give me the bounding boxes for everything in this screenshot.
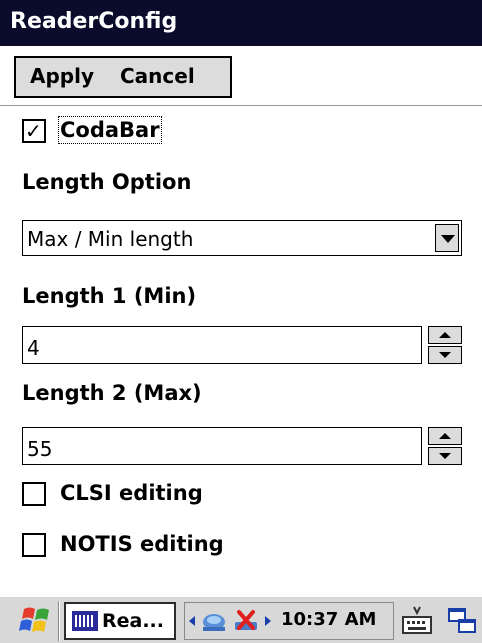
length-option-label: Length Option xyxy=(22,170,192,194)
cancel-menu-item[interactable]: Cancel xyxy=(120,64,195,88)
length1-spinner: 4 xyxy=(22,326,462,364)
dropdown-button[interactable] xyxy=(435,224,459,252)
length1-input[interactable]: 4 xyxy=(22,326,422,364)
length2-label: Length 2 (Max) xyxy=(22,381,202,405)
length1-value: 4 xyxy=(27,336,40,360)
clock[interactable]: 10:37 AM xyxy=(281,609,376,630)
clsi-editing-label: CLSI editing xyxy=(60,481,203,505)
desktop-icon[interactable] xyxy=(446,605,480,637)
arrow-up-icon xyxy=(439,433,451,439)
length-option-value: Max / Min length xyxy=(27,227,194,251)
length2-increment-button[interactable] xyxy=(428,427,462,445)
apply-menu-item[interactable]: Apply xyxy=(30,64,94,88)
menu-box: Apply Cancel xyxy=(14,56,232,98)
codabar-checkbox-row[interactable]: ✓ CodaBar xyxy=(22,116,182,146)
arrow-down-icon xyxy=(439,352,451,358)
arrow-up-icon xyxy=(439,332,451,338)
length1-label: Length 1 (Min) xyxy=(22,284,197,308)
taskbar: Rea... 10:37 AM xyxy=(0,595,482,643)
system-tray: 10:37 AM xyxy=(184,602,394,640)
network-icon[interactable] xyxy=(199,609,229,635)
length2-decrement-button[interactable] xyxy=(428,447,462,465)
length1-increment-button[interactable] xyxy=(428,326,462,344)
length1-decrement-button[interactable] xyxy=(428,346,462,364)
tray-right-arrow-icon[interactable] xyxy=(265,616,271,626)
taskbar-separator xyxy=(58,601,60,641)
clsi-editing-checkbox[interactable] xyxy=(22,482,46,506)
tray-left-arrow-icon[interactable] xyxy=(189,616,195,626)
task-label: Rea... xyxy=(102,610,164,632)
window-title: ReaderConfig xyxy=(10,9,178,34)
title-bar: ReaderConfig xyxy=(0,0,482,46)
clsi-editing-checkbox-row[interactable]: CLSI editing xyxy=(22,481,262,509)
codabar-checkbox[interactable]: ✓ xyxy=(22,119,46,143)
menu-bar: Apply Cancel xyxy=(0,46,482,106)
connection-error-icon[interactable] xyxy=(231,608,261,636)
check-mark-icon: ✓ xyxy=(25,119,42,143)
length-option-dropdown[interactable]: Max / Min length xyxy=(22,220,462,256)
length2-input[interactable]: 55 xyxy=(22,427,422,465)
barcode-app-icon xyxy=(72,611,98,631)
notis-editing-checkbox-row[interactable]: NOTIS editing xyxy=(22,532,262,560)
keyboard-icon[interactable] xyxy=(400,605,434,637)
codabar-label: CodaBar xyxy=(58,116,162,144)
start-button[interactable] xyxy=(18,605,54,637)
length2-value: 55 xyxy=(27,437,53,461)
notis-editing-checkbox[interactable] xyxy=(22,533,46,557)
windows-flag-icon xyxy=(19,607,49,632)
length2-spinner: 55 xyxy=(22,427,462,465)
arrow-down-icon xyxy=(439,453,451,459)
chevron-down-icon xyxy=(441,235,455,243)
reader-task-button[interactable]: Rea... xyxy=(64,602,176,640)
notis-editing-label: NOTIS editing xyxy=(60,532,224,556)
